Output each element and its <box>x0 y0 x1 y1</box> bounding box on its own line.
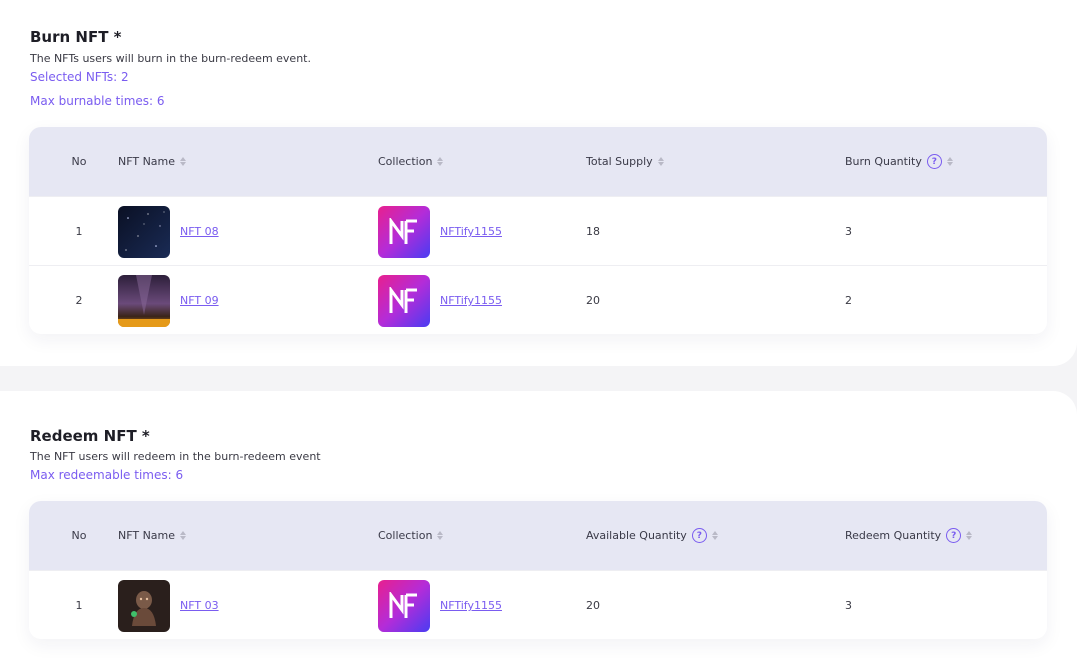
table-header: No NFT Name Collection Total Supply Burn… <box>29 127 1047 196</box>
col-no: No <box>71 529 87 542</box>
table-row: 2 NFT 09 NFTify1155 20 2 <box>29 265 1047 334</box>
col-label: Collection <box>378 155 433 168</box>
burn-nft-table: No NFT Name Collection Total Supply Burn… <box>29 127 1047 334</box>
row-no: 1 <box>75 225 83 238</box>
table-row: 1 NFT 08 NFTify1155 18 3 <box>29 196 1047 265</box>
nft-thumbnail[interactable] <box>118 274 170 327</box>
table-row: 1 NFT 03 NFTify1155 20 3 <box>29 570 1047 639</box>
collection-link[interactable]: NFTify1155 <box>440 294 502 307</box>
burn-nft-section: Burn NFT * The NFTs users will burn in t… <box>0 0 1077 366</box>
col-collection[interactable]: Collection <box>378 127 444 196</box>
redeem-nft-section: Redeem NFT * The NFT users will redeem i… <box>0 391 1077 668</box>
redeem-title: Redeem NFT * <box>30 427 150 445</box>
help-circle-icon[interactable]: ? <box>946 528 962 543</box>
available-quantity: 20 <box>586 599 600 612</box>
nftify-logo-icon <box>378 205 430 258</box>
nft-thumbnail[interactable] <box>118 205 170 258</box>
burn-title: Burn NFT * <box>30 28 122 46</box>
nft-name-link[interactable]: NFT 09 <box>180 294 219 307</box>
nft-name-link[interactable]: NFT 03 <box>180 599 219 612</box>
nft-cell: NFT 09 <box>118 266 219 334</box>
col-redeem-quantity[interactable]: Redeem Quantity ? <box>845 501 973 570</box>
col-label: NFT Name <box>118 529 176 542</box>
col-label: Redeem Quantity <box>845 529 942 542</box>
table-header: No NFT Name Collection Available Quantit… <box>29 501 1047 570</box>
sort-icon[interactable] <box>657 157 664 166</box>
col-label: Total Supply <box>586 155 653 168</box>
col-available-quantity[interactable]: Available Quantity ? <box>586 501 718 570</box>
col-nft-name[interactable]: NFT Name <box>118 127 187 196</box>
sort-icon[interactable] <box>966 531 973 540</box>
help-circle-icon[interactable]: ? <box>691 528 707 543</box>
burn-description: The NFTs users will burn in the burn-red… <box>30 52 311 65</box>
collection-link[interactable]: NFTify1155 <box>440 599 502 612</box>
help-circle-icon[interactable]: ? <box>926 154 942 169</box>
burn-quantity: 2 <box>845 294 852 307</box>
col-burn-quantity[interactable]: Burn Quantity ? <box>845 127 953 196</box>
total-supply: 20 <box>586 294 600 307</box>
collection-link[interactable]: NFTify1155 <box>440 225 502 238</box>
selected-nfts-count: Selected NFTs: 2 <box>30 70 129 84</box>
row-no: 1 <box>75 599 83 612</box>
col-label: Available Quantity <box>586 529 687 542</box>
col-collection[interactable]: Collection <box>378 501 444 570</box>
max-burnable-times: Max burnable times: 6 <box>30 94 165 108</box>
total-supply: 18 <box>586 225 600 238</box>
nftify-logo-icon <box>378 274 430 327</box>
sort-icon[interactable] <box>180 157 187 166</box>
collection-cell: NFTify1155 <box>378 197 502 266</box>
redeem-quantity: 3 <box>845 599 852 612</box>
sort-icon[interactable] <box>946 157 953 166</box>
row-no: 2 <box>75 294 83 307</box>
col-label: NFT Name <box>118 155 176 168</box>
nftify-logo-icon <box>378 579 430 632</box>
col-no: No <box>71 155 87 168</box>
nft-cell: NFT 08 <box>118 197 219 266</box>
redeem-nft-table: No NFT Name Collection Available Quantit… <box>29 501 1047 639</box>
max-redeemable-times: Max redeemable times: 6 <box>30 468 184 482</box>
nft-cell: NFT 03 <box>118 571 219 639</box>
col-nft-name[interactable]: NFT Name <box>118 501 187 570</box>
col-total-supply[interactable]: Total Supply <box>586 127 664 196</box>
collection-cell: NFTify1155 <box>378 266 502 334</box>
nft-thumbnail[interactable] <box>118 579 170 632</box>
sort-icon[interactable] <box>437 531 444 540</box>
redeem-description: The NFT users will redeem in the burn-re… <box>30 450 321 463</box>
sort-icon[interactable] <box>711 531 718 540</box>
sort-icon[interactable] <box>437 157 444 166</box>
burn-quantity: 3 <box>845 225 852 238</box>
sort-icon[interactable] <box>180 531 187 540</box>
col-label: Collection <box>378 529 433 542</box>
nft-name-link[interactable]: NFT 08 <box>180 225 219 238</box>
collection-cell: NFTify1155 <box>378 571 502 639</box>
col-label: Burn Quantity <box>845 155 922 168</box>
